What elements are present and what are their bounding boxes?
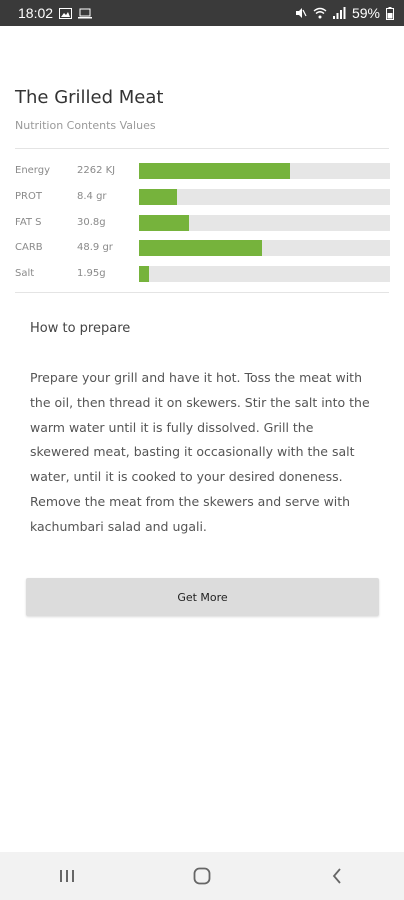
back-icon[interactable] bbox=[307, 856, 367, 896]
nutrient-label: Energy bbox=[15, 165, 51, 176]
status-bar: 18:02 59% bbox=[0, 0, 404, 26]
nutrition-list: Energy 2262 KJ PROT 8.4 gr FAT S 30.8g CARB 48.… bbox=[15, 160, 390, 289]
home-icon[interactable] bbox=[172, 856, 232, 896]
nutrient-bar-fill bbox=[139, 214, 190, 231]
how-to-body: Prepare your grill and have it hot. Toss… bbox=[30, 370, 370, 534]
battery-percent: 59% bbox=[351, 5, 380, 21]
nutrient-label: CARB bbox=[15, 242, 43, 254]
nutrition-row: FAT S 30.8g bbox=[15, 212, 390, 236]
page-subtitle: Nutrition Contents Values bbox=[15, 119, 156, 132]
image-icon bbox=[59, 7, 73, 19]
divider-top bbox=[15, 148, 389, 149]
nutrient-value: 1.95g bbox=[77, 268, 106, 280]
mute-icon bbox=[295, 7, 307, 19]
wifi-icon bbox=[313, 7, 327, 19]
nutrient-value: 2262 KJ bbox=[77, 165, 116, 176]
nutrient-bar-fill bbox=[139, 188, 177, 205]
how-to-heading: How to prepare bbox=[30, 321, 131, 336]
nutrition-row: PROT 8.4 gr bbox=[15, 186, 390, 210]
nutrient-bar-fill bbox=[139, 266, 150, 283]
nutrient-value: 48.9 gr bbox=[77, 242, 113, 254]
recent-apps-icon[interactable] bbox=[37, 856, 97, 896]
page-title: The Grilled Meat bbox=[15, 87, 164, 108]
nutrient-label: PROT bbox=[15, 190, 42, 202]
nutrient-label: Salt bbox=[15, 268, 35, 280]
nutrition-row: Energy 2262 KJ bbox=[15, 160, 390, 184]
divider-bottom bbox=[15, 292, 389, 293]
nutrient-label: FAT S bbox=[15, 216, 42, 228]
nutrient-bar-fill bbox=[139, 163, 290, 179]
nutrient-value: 30.8g bbox=[77, 216, 106, 228]
nutrition-row: Salt 1.95g bbox=[15, 263, 390, 287]
navigation-bar bbox=[0, 852, 404, 900]
nutrient-bar-track bbox=[139, 214, 390, 231]
nutrient-bar-fill bbox=[139, 240, 262, 257]
nutrient-bar-track bbox=[139, 163, 390, 179]
nutrition-row: CARB 48.9 gr bbox=[15, 237, 390, 261]
signal-icon bbox=[332, 7, 346, 19]
laptop-icon bbox=[78, 8, 93, 19]
battery-icon bbox=[386, 6, 394, 20]
nutrient-bar-track bbox=[139, 188, 390, 205]
status-time: 18:02 bbox=[18, 5, 54, 21]
nutrient-value: 8.4 gr bbox=[77, 190, 107, 202]
nutrient-bar-track bbox=[139, 266, 390, 283]
get-more-button[interactable]: Get More bbox=[26, 578, 379, 616]
nutrient-bar-track bbox=[139, 240, 390, 257]
